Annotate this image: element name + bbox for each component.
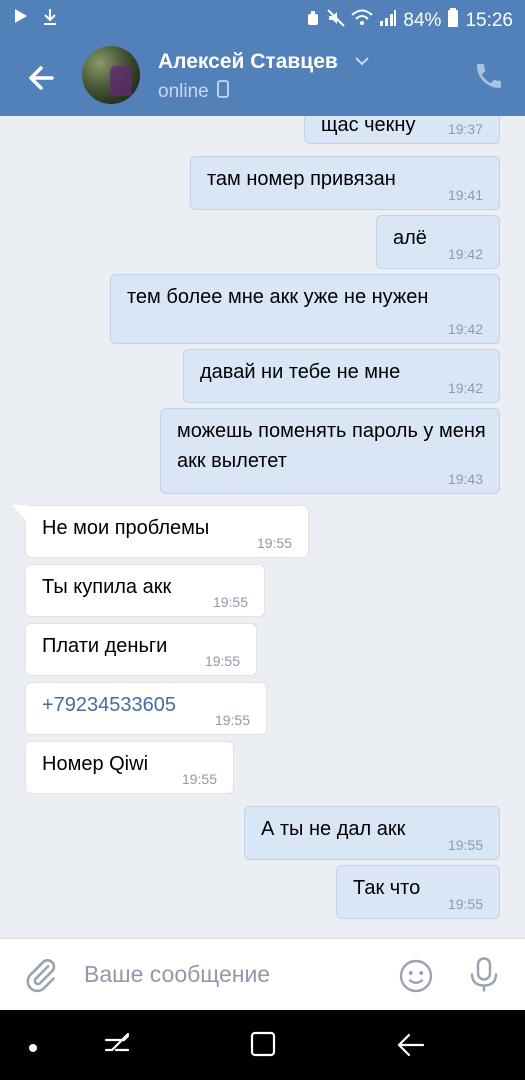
message-time: 19:55 <box>447 837 483 853</box>
home-icon[interactable] <box>249 1030 277 1065</box>
message-time: 19:55 <box>256 535 292 551</box>
contact-status: online <box>158 80 229 104</box>
message-time: 19:55 <box>214 712 250 728</box>
message-time: 19:43 <box>447 471 483 487</box>
message-bubble-out[interactable]: тем более мне акк уже не нужен 19:42 <box>110 274 500 344</box>
play-icon <box>14 8 28 31</box>
mute-icon <box>327 9 346 33</box>
message-bubble-in[interactable]: Не мои проблемы 19:55 <box>12 505 309 558</box>
message-bubble-in[interactable]: +79234533605 19:55 <box>25 682 267 735</box>
recent-apps-icon[interactable] <box>102 1030 132 1065</box>
message-text: можешь поменять пароль у меня акк вылете… <box>177 420 486 472</box>
alarm-icon <box>305 9 321 33</box>
message-time: 19:55 <box>447 896 483 912</box>
message-text: алё <box>393 227 427 249</box>
message-bubble-out[interactable]: А ты не дал акк 19:55 <box>244 806 500 860</box>
clock: 15:26 <box>465 10 513 31</box>
message-bubble-out[interactable]: давай ни тебе не мне 19:42 <box>183 349 500 403</box>
message-text: тем более мне акк уже не нужен <box>127 286 429 308</box>
message-time: 19:55 <box>204 653 240 669</box>
microphone-icon[interactable] <box>466 955 502 1000</box>
battery-icon <box>447 8 459 34</box>
message-time: 19:55 <box>181 771 217 787</box>
wifi-icon <box>351 9 374 33</box>
avatar[interactable] <box>82 46 140 104</box>
signal-icon <box>379 9 397 33</box>
download-icon <box>42 8 58 31</box>
message-time: 19:42 <box>447 321 483 337</box>
message-text: Не мои проблемы <box>42 517 210 539</box>
message-text: Ты купила акк <box>42 576 172 598</box>
message-time: 19:42 <box>447 380 483 396</box>
attach-icon[interactable] <box>22 955 60 1000</box>
battery-percent: 84% <box>403 10 442 31</box>
message-bubble-in[interactable]: Ты купила акк 19:55 <box>25 564 265 617</box>
bubble-tail <box>12 505 28 523</box>
status-bar: 84% 15:26 <box>0 0 525 38</box>
message-text: Номер Qiwi <box>42 753 149 775</box>
contact-name[interactable]: Алексей Ставцев <box>158 50 338 74</box>
message-bubble-in[interactable]: Плати деньги 19:55 <box>25 623 257 676</box>
back-arrow-icon[interactable] <box>22 58 62 98</box>
contact-status-text: online <box>158 81 209 102</box>
chat-header: Алексей Ставцев online <box>0 38 525 116</box>
message-text: давай ни тебе не мне <box>200 361 401 383</box>
message-input[interactable]: Ваше сообщение <box>84 961 270 988</box>
message-time: 19:41 <box>447 187 483 203</box>
message-text: Так что <box>353 877 421 899</box>
system-nav-bar <box>0 1010 525 1080</box>
phone-icon[interactable] <box>473 60 505 92</box>
message-text: А ты не дал акк <box>261 818 406 840</box>
mobile-icon <box>216 80 229 104</box>
emoji-icon[interactable] <box>398 958 434 999</box>
chevron-down-icon[interactable] <box>352 50 372 75</box>
back-icon[interactable] <box>395 1030 425 1065</box>
dot-icon[interactable] <box>28 1040 38 1058</box>
message-time: 19:55 <box>212 594 248 610</box>
message-bubble-out[interactable]: там номер привязан 19:41 <box>190 156 500 210</box>
message-text: Плати деньги <box>42 635 168 657</box>
message-time: 19:42 <box>447 246 483 262</box>
phone-number-link[interactable]: +79234533605 <box>42 694 176 716</box>
message-list[interactable]: щас чекну 19:37 там номер привязан 19:41… <box>0 116 525 938</box>
message-bubble-out[interactable]: Так что 19:55 <box>336 865 500 919</box>
message-time: 19:37 <box>447 121 483 137</box>
message-bubble-out[interactable]: можешь поменять пароль у меня акк вылете… <box>160 408 500 494</box>
message-bubble-in[interactable]: Номер Qiwi 19:55 <box>25 741 234 794</box>
message-text: там номер привязан <box>207 168 396 190</box>
message-composer: Ваше сообщение <box>0 938 525 1011</box>
message-bubble-out[interactable]: щас чекну 19:37 <box>304 116 500 144</box>
message-bubble-out[interactable]: алё 19:42 <box>376 215 500 269</box>
message-text: щас чекну <box>321 116 416 136</box>
